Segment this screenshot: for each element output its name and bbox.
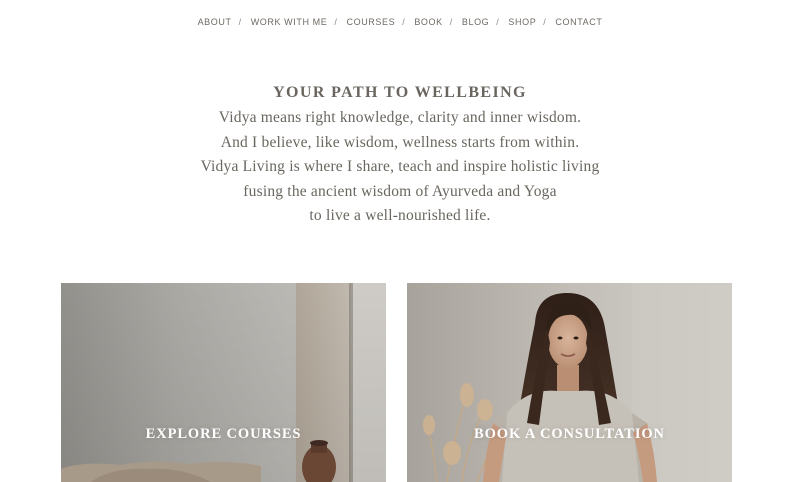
nav-separator: / [334, 17, 338, 27]
intro-section: YOUR PATH TO WELLBEING Vidya means right… [0, 82, 800, 229]
nav-item-contact: CONTACT [555, 17, 602, 27]
intro-line: fusing the ancient wisdom of Ayurveda an… [243, 182, 557, 200]
nav-separator: / [496, 17, 500, 27]
nav-item-courses: COURSES / [347, 17, 415, 27]
nav-link-book[interactable]: BOOK [414, 17, 442, 27]
intro-text: Vidya means right knowledge, clarity and… [0, 106, 800, 229]
main-nav: ABOUT / WORK WITH ME / COURSES / BOOK / … [0, 17, 800, 27]
explore-courses-label: EXPLORE COURSES [145, 426, 302, 442]
intro-line: And I believe, like wisdom, wellness sta… [220, 133, 580, 151]
room-interior-image [61, 283, 386, 482]
intro-line: Vidya means right knowledge, clarity and… [218, 109, 582, 126]
nav-item-book: BOOK / [414, 17, 462, 27]
nav-link-shop[interactable]: SHOP [508, 17, 536, 27]
nav-item-shop: SHOP / [508, 17, 555, 27]
intro-line: Vidya Living is where I share, teach and… [200, 158, 600, 175]
nav-item-blog: BLOG / [462, 17, 509, 27]
nav-link-contact[interactable]: CONTACT [555, 17, 602, 27]
nav-link-work-with-me[interactable]: WORK WITH ME [251, 17, 328, 27]
nav-list: ABOUT / WORK WITH ME / COURSES / BOOK / … [198, 17, 603, 27]
nav-item-about: ABOUT / [198, 17, 251, 27]
intro-line: to live a well-nourished life. [309, 207, 491, 224]
nav-item-work-with-me: WORK WITH ME / [251, 17, 347, 27]
nav-separator: / [238, 17, 242, 27]
book-consultation-label: BOOK A CONSULTATION [474, 426, 665, 442]
intro-title: YOUR PATH TO WELLBEING [273, 84, 527, 101]
portrait-image [407, 283, 732, 482]
nav-link-about[interactable]: ABOUT [198, 17, 232, 27]
nav-separator: / [402, 17, 406, 27]
book-consultation-card[interactable]: BOOK A CONSULTATION [407, 283, 732, 482]
nav-link-blog[interactable]: BLOG [462, 17, 489, 27]
nav-separator: / [449, 17, 453, 27]
nav-link-courses[interactable]: COURSES [347, 17, 396, 27]
explore-courses-card[interactable]: EXPLORE COURSES [61, 283, 386, 482]
nav-separator: / [543, 17, 547, 27]
